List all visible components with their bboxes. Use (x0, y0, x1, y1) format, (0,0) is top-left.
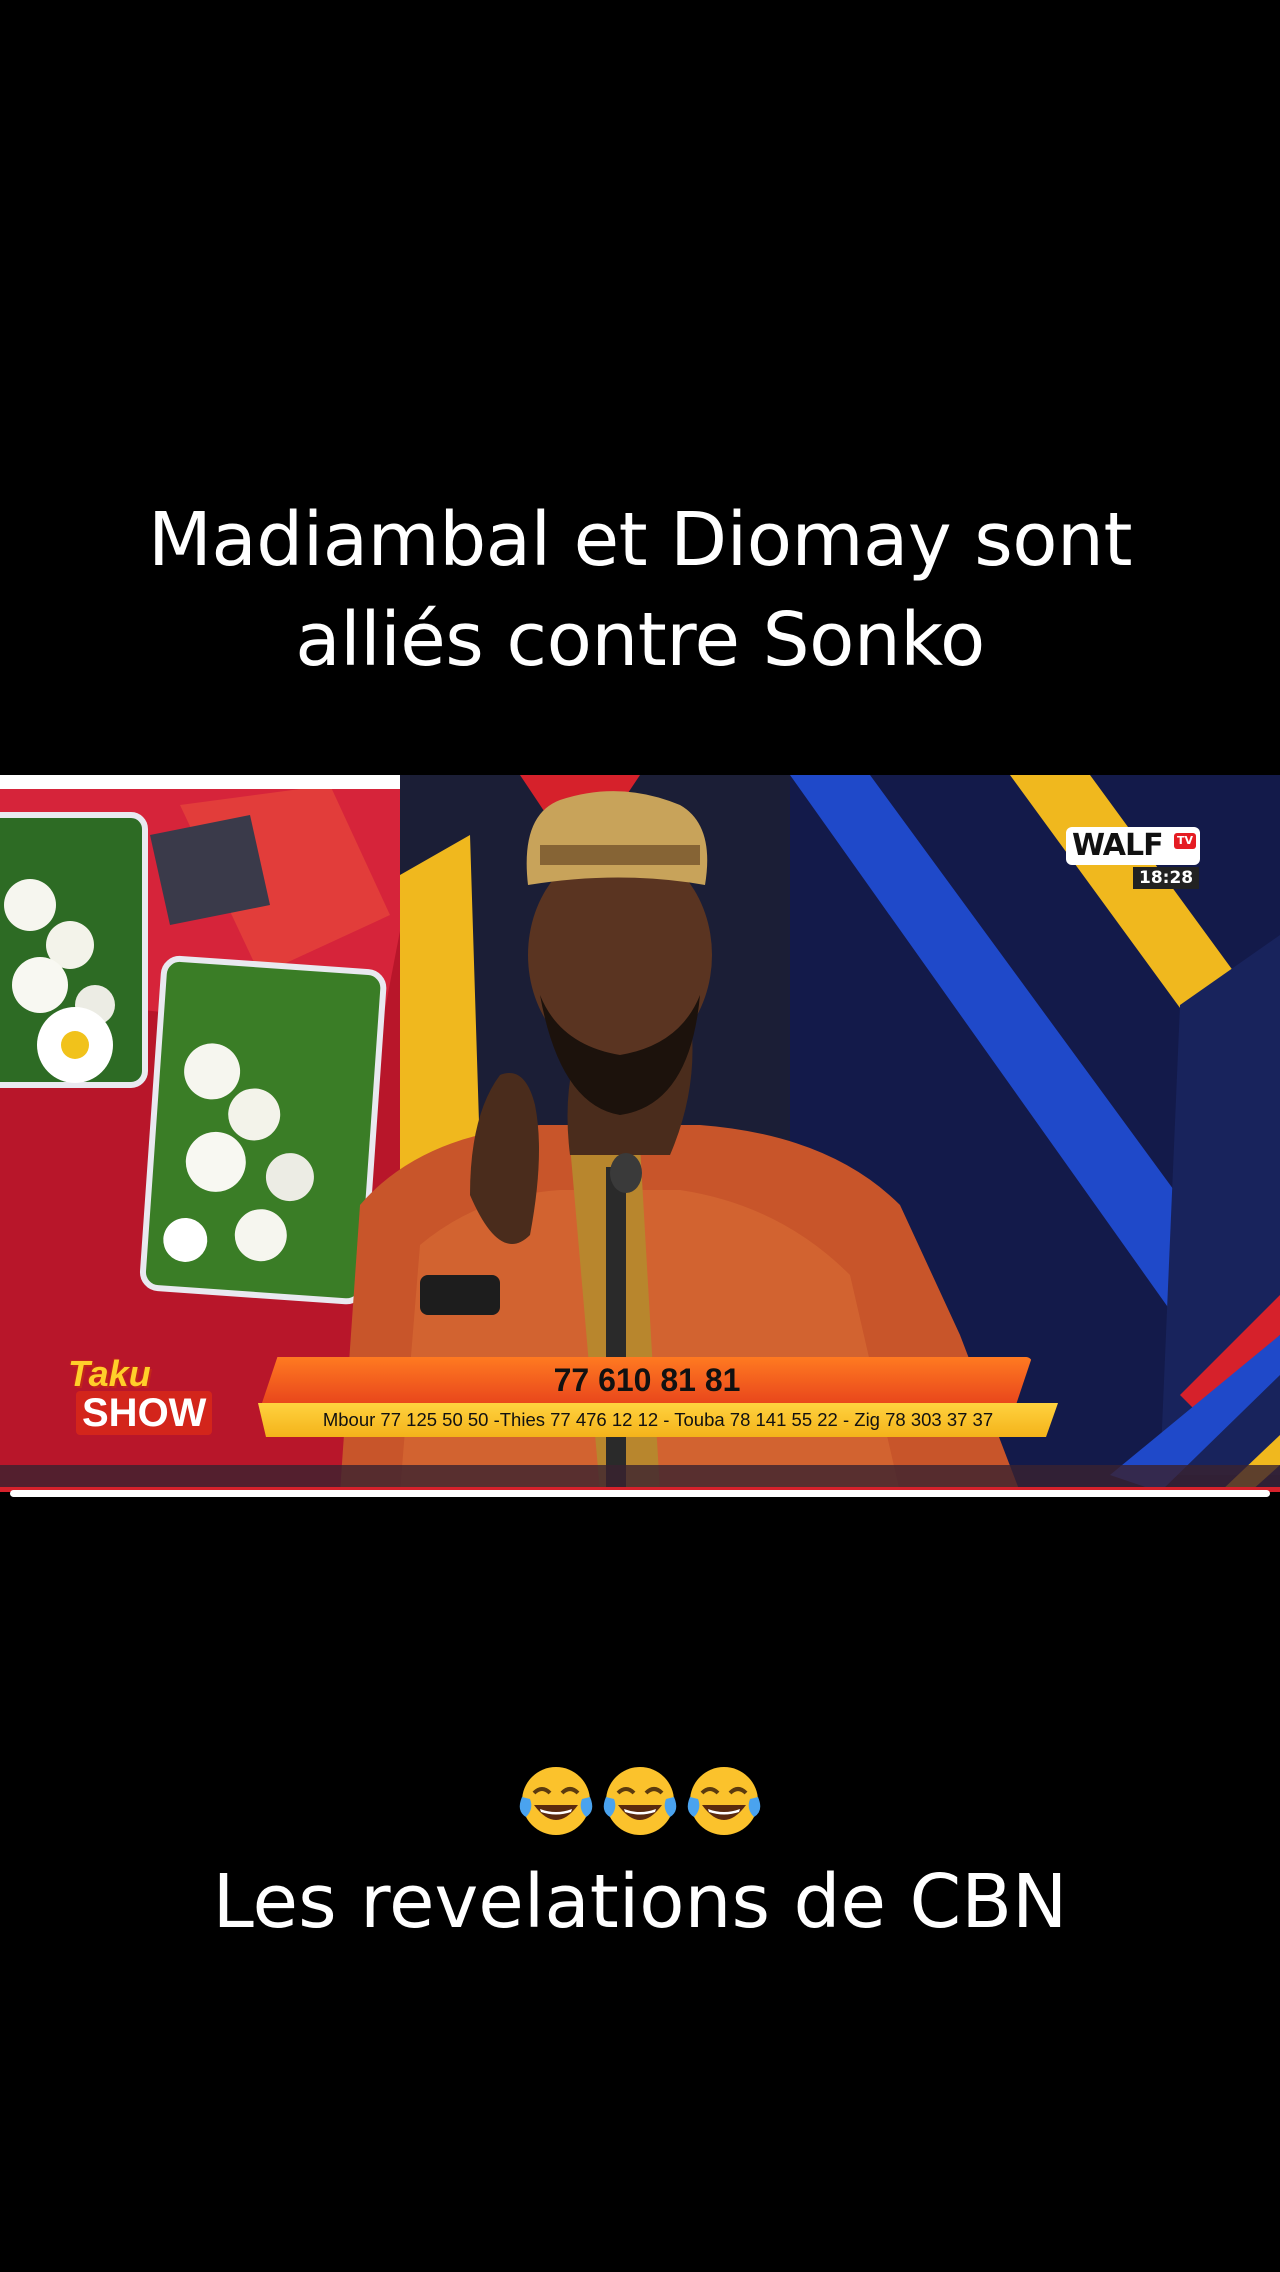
face-with-tears-of-joy-icon (519, 1767, 593, 1836)
regional-numbers: Mbour 77 125 50 50 -Thies 77 476 12 12 -… (322, 1409, 994, 1430)
top-caption-line-1: Madiambal et Diomay sont (148, 497, 1132, 583)
face-with-tears-of-joy-icon (687, 1767, 761, 1836)
top-caption-line-2: alliés contre Sonko (295, 597, 985, 683)
show-logo-line-2: SHOW (76, 1391, 213, 1435)
top-caption: Madiambal et Diomay sont alliés contre S… (60, 490, 1220, 690)
show-logo-line-1: Taku (68, 1353, 151, 1394)
video-player[interactable]: WALF TV 18:28 77 610 81 81 Mbour 77 125 … (0, 775, 1280, 1492)
broadcast-clock: 18:28 (1133, 867, 1200, 889)
tiktok-video-frame[interactable]: Madiambal et Diomay sont alliés contre S… (0, 0, 1280, 2272)
flower-picture-2 (139, 955, 387, 1305)
channel-logo: WALF TV (1066, 827, 1200, 865)
flower-picture-1 (0, 812, 148, 1088)
channel-logo-badge: TV (1173, 833, 1196, 849)
show-logo: Taku SHOW (62, 1353, 222, 1441)
video-progress-bar[interactable] (10, 1490, 1270, 1497)
emoji-row (0, 1752, 1280, 1843)
phone-number: 77 610 81 81 (553, 1362, 741, 1398)
channel-logo-text: WALF (1072, 828, 1164, 863)
face-with-tears-of-joy-icon (603, 1767, 677, 1836)
bottom-caption: Les revelations de CBN (212, 1859, 1068, 1945)
